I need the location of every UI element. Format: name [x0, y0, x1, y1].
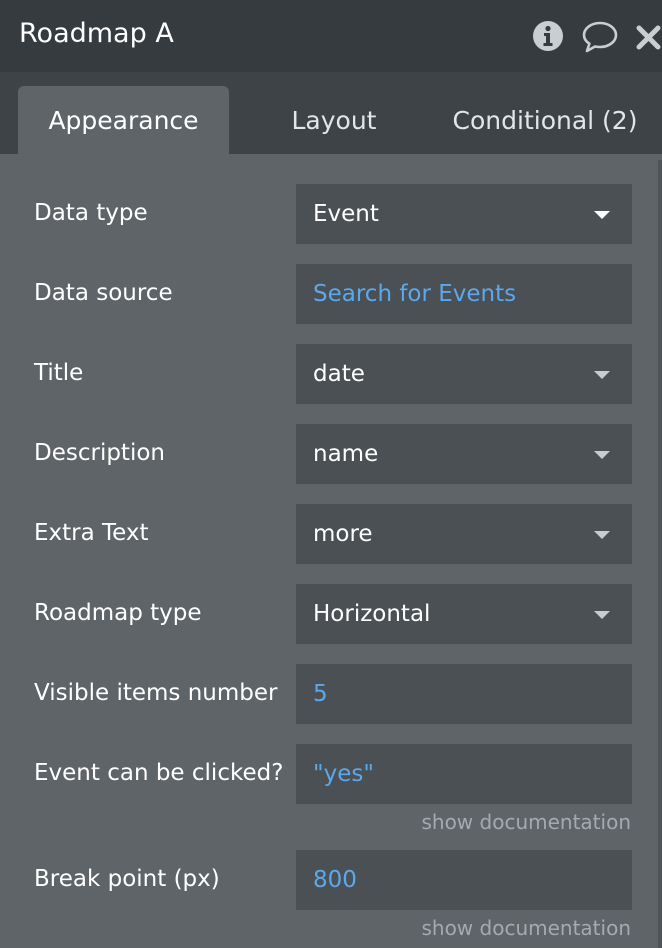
- show-documentation-link[interactable]: show documentation: [421, 916, 631, 940]
- data-type-dropdown[interactable]: Event: [296, 184, 632, 244]
- roadmap-type-dropdown[interactable]: Horizontal: [296, 584, 632, 644]
- description-value: name: [313, 441, 379, 467]
- break-point-label: Break point (px): [34, 866, 220, 892]
- extra-text-label: Extra Text: [34, 520, 149, 546]
- panel-title: Roadmap A: [19, 18, 174, 49]
- info-icon[interactable]: [532, 20, 564, 56]
- data-type-value: Event: [313, 201, 379, 227]
- description-dropdown[interactable]: name: [296, 424, 632, 484]
- tab-layout[interactable]: Layout: [246, 86, 422, 154]
- panel-header: Roadmap A: [0, 0, 662, 72]
- description-label: Description: [34, 440, 165, 466]
- comment-icon[interactable]: [581, 20, 619, 58]
- title-label: Title: [34, 360, 84, 386]
- visible-items-label: Visible items number: [34, 680, 278, 706]
- close-icon[interactable]: [635, 24, 662, 55]
- break-point-value: 800: [313, 867, 357, 893]
- data-type-label: Data type: [34, 200, 148, 226]
- roadmap-type-value: Horizontal: [313, 601, 431, 627]
- data-source-label: Data source: [34, 280, 173, 306]
- break-point-field[interactable]: 800: [296, 850, 632, 910]
- tab-label: Conditional (2): [452, 105, 638, 135]
- title-dropdown[interactable]: date: [296, 344, 632, 404]
- tab-label: Appearance: [48, 105, 199, 135]
- roadmap-type-label: Roadmap type: [34, 600, 202, 626]
- visible-items-field[interactable]: 5: [296, 664, 632, 724]
- show-documentation-link[interactable]: show documentation: [421, 810, 631, 834]
- visible-items-value: 5: [313, 681, 328, 707]
- extra-text-dropdown[interactable]: more: [296, 504, 632, 564]
- data-source-value: Search for Events: [313, 281, 517, 307]
- event-clickable-field[interactable]: "yes": [296, 744, 632, 804]
- tab-label: Layout: [291, 105, 377, 135]
- chevron-down-icon: [594, 451, 610, 459]
- tab-appearance[interactable]: Appearance: [18, 86, 229, 154]
- event-clickable-value: "yes": [313, 761, 374, 787]
- data-source-field[interactable]: Search for Events: [296, 264, 632, 324]
- tab-bar: Appearance Layout Conditional (2): [0, 72, 662, 154]
- tab-conditional[interactable]: Conditional (2): [440, 86, 650, 154]
- title-value: date: [313, 361, 365, 387]
- extra-text-value: more: [313, 521, 373, 547]
- panel-scrollbar[interactable]: [658, 160, 662, 948]
- chevron-down-icon: [594, 371, 610, 379]
- event-clickable-label: Event can be clicked?: [34, 760, 284, 786]
- chevron-down-icon: [594, 531, 610, 539]
- chevron-down-icon: [594, 611, 610, 619]
- chevron-down-icon: [594, 211, 610, 219]
